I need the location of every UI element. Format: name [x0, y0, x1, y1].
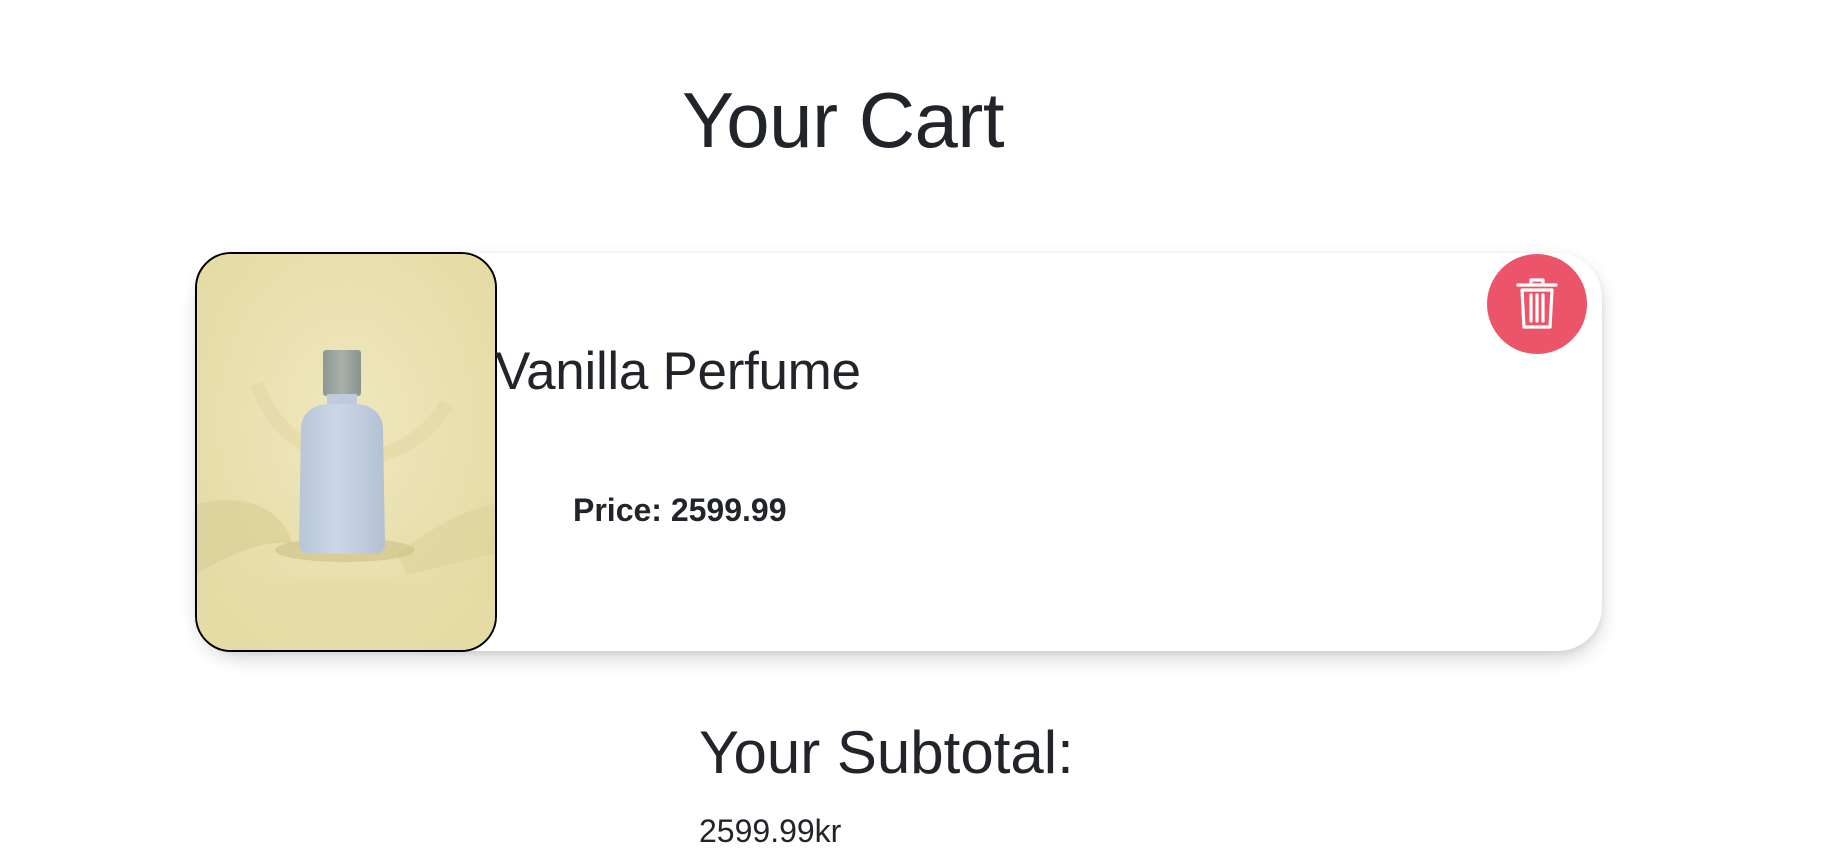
cart-page: Your Cart Vanilla Perfume Price: 2599.99… — [0, 0, 1848, 864]
perfume-bottle-image — [197, 254, 495, 650]
subtotal-value: 2599.99kr — [699, 813, 842, 849]
product-name: Vanilla Perfume — [495, 342, 861, 401]
remove-item-button[interactable] — [1487, 254, 1587, 354]
page-title: Your Cart — [681, 76, 1005, 164]
product-image — [195, 252, 497, 652]
cart-item-card: Vanilla Perfume Price: 2599.99 — [195, 252, 1602, 652]
product-price: Price: 2599.99 — [573, 492, 787, 528]
subtotal-label: Your Subtotal: — [699, 719, 1074, 786]
trash-icon — [1516, 278, 1558, 329]
